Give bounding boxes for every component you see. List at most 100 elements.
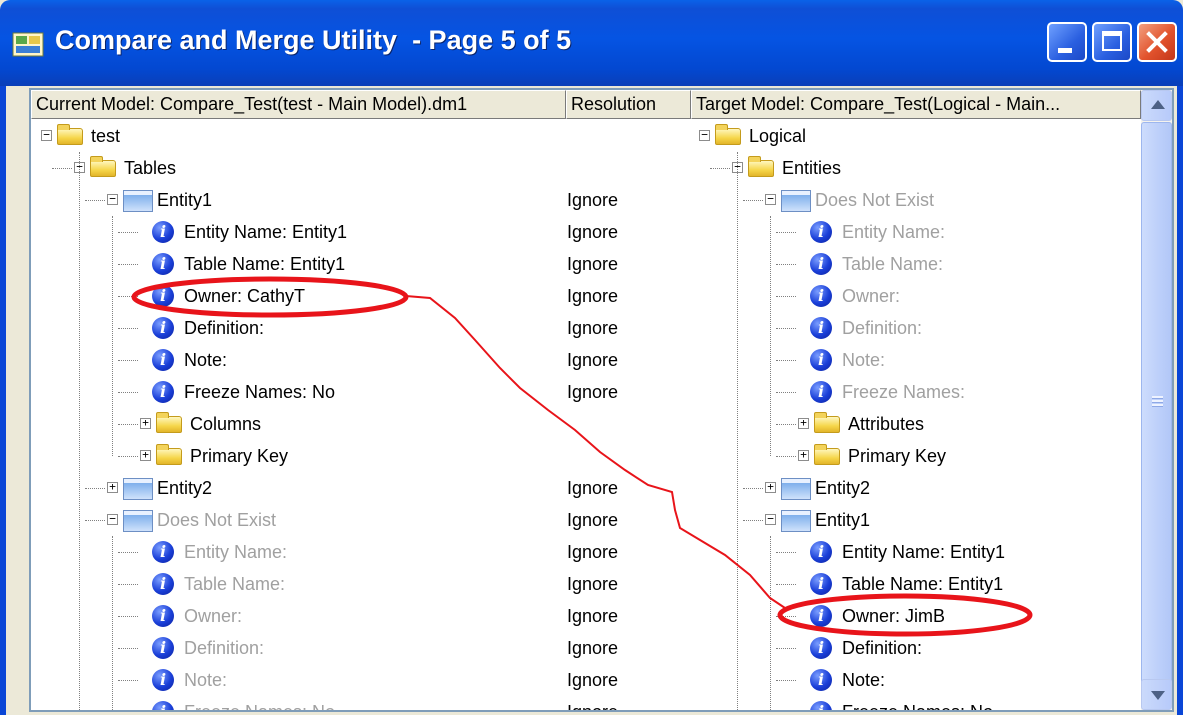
tree-item-label: Entities bbox=[782, 158, 842, 178]
scroll-up-button[interactable] bbox=[1141, 90, 1172, 121]
info-icon: i bbox=[810, 381, 832, 403]
right-tree-row[interactable]: i Entity Name: bbox=[31, 216, 1141, 248]
grip-line bbox=[1152, 400, 1163, 403]
title-bar[interactable]: Compare and Merge Utility - Page 5 of 5 bbox=[0, 0, 1183, 86]
tree-item-label: Entity Name: bbox=[842, 222, 946, 242]
info-icon: i bbox=[810, 253, 832, 275]
tree-connector bbox=[776, 552, 796, 553]
right-tree-row[interactable]: i Table Name: bbox=[31, 248, 1141, 280]
right-tree-row[interactable]: + Attributes bbox=[31, 408, 1141, 440]
column-header-current-model[interactable]: Current Model: Compare_Test(test - Main … bbox=[31, 90, 566, 119]
info-icon: i bbox=[810, 349, 832, 371]
info-icon: i bbox=[810, 285, 832, 307]
info-icon: i bbox=[810, 541, 832, 563]
folder-icon bbox=[748, 156, 774, 177]
collapse-toggle[interactable]: − bbox=[765, 513, 776, 525]
tree-guide-line bbox=[737, 152, 738, 710]
grip-line bbox=[1152, 404, 1163, 407]
info-icon: i bbox=[810, 317, 832, 339]
right-tree-row[interactable]: i Freeze Names: bbox=[31, 376, 1141, 408]
entity-table-icon bbox=[781, 510, 811, 532]
tree-connector bbox=[776, 232, 796, 233]
tree-connector bbox=[776, 680, 796, 681]
column-header-target-model[interactable]: Target Model: Compare_Test(Logical - Mai… bbox=[691, 90, 1141, 119]
folder-icon bbox=[715, 124, 741, 145]
tree-item-label: Table Name: Entity1 bbox=[842, 574, 1004, 594]
scroll-down-button[interactable] bbox=[1141, 679, 1172, 710]
tree-item-label: Owner: bbox=[842, 286, 901, 306]
close-icon bbox=[1146, 31, 1168, 53]
maximize-button[interactable] bbox=[1092, 22, 1132, 62]
collapse-toggle[interactable]: − bbox=[765, 193, 776, 205]
right-tree-row[interactable]: − Does Not Exist bbox=[31, 184, 1141, 216]
tree-connector bbox=[776, 584, 796, 585]
window-frame-left bbox=[0, 86, 6, 715]
tree-connector bbox=[743, 200, 763, 201]
tree-item-label: Entity2 bbox=[815, 478, 871, 498]
tree-connector bbox=[776, 392, 796, 393]
right-tree-row[interactable]: i Entity Name: Entity1 bbox=[31, 536, 1141, 568]
tree-item-label: Owner: JimB bbox=[842, 606, 946, 626]
chevron-down-icon bbox=[1151, 691, 1165, 700]
grip-line bbox=[1152, 396, 1163, 399]
right-tree-row[interactable]: i Definition: bbox=[31, 312, 1141, 344]
chevron-up-icon bbox=[1151, 100, 1165, 109]
window-frame-right bbox=[1177, 86, 1183, 715]
right-tree-row[interactable]: − Logical bbox=[31, 120, 1141, 152]
expand-toggle[interactable]: + bbox=[765, 481, 776, 493]
info-icon: i bbox=[810, 669, 832, 691]
vertical-scrollbar[interactable] bbox=[1141, 90, 1172, 710]
tree-item-label: Entity1 bbox=[815, 510, 871, 530]
tree-connector bbox=[776, 360, 796, 361]
tree-item-label: Entity Name: Entity1 bbox=[842, 542, 1006, 562]
right-tree-row[interactable]: + Primary Key bbox=[31, 440, 1141, 472]
right-tree-row[interactable]: − Entity1 bbox=[31, 504, 1141, 536]
tree-item-label: Freeze Names: No bbox=[842, 702, 994, 712]
right-tree-row[interactable]: i Freeze Names: No bbox=[31, 696, 1141, 712]
expand-toggle[interactable]: + bbox=[798, 449, 809, 461]
app-icon bbox=[12, 32, 44, 57]
right-tree-row[interactable]: i Owner: bbox=[31, 280, 1141, 312]
folder-icon bbox=[814, 412, 840, 433]
entity-table-icon bbox=[781, 478, 811, 500]
right-tree-row[interactable]: i Note: bbox=[31, 344, 1141, 376]
expand-toggle[interactable]: + bbox=[798, 417, 809, 429]
tree-connector bbox=[776, 328, 796, 329]
compare-tree-list[interactable]: Current Model: Compare_Test(test - Main … bbox=[29, 88, 1174, 712]
tree-guide-line bbox=[770, 536, 771, 710]
tree-item-label: Note: bbox=[842, 670, 886, 690]
right-tree-row[interactable]: − Entities bbox=[31, 152, 1141, 184]
info-icon: i bbox=[810, 221, 832, 243]
tree-item-label: Logical bbox=[749, 126, 807, 146]
info-icon: i bbox=[810, 701, 832, 710]
tree-connector bbox=[776, 616, 796, 617]
tree-item-label: Freeze Names: bbox=[842, 382, 966, 402]
tree-item-label: Does Not Exist bbox=[815, 190, 935, 210]
tree-item-label: Attributes bbox=[848, 414, 925, 434]
right-tree-row[interactable]: + Entity2 bbox=[31, 472, 1141, 504]
close-button[interactable] bbox=[1137, 22, 1177, 62]
right-tree-row[interactable]: i Owner: JimB bbox=[31, 600, 1141, 632]
right-tree-row[interactable]: i Table Name: Entity1 bbox=[31, 568, 1141, 600]
tree-item-label: Note: bbox=[842, 350, 886, 370]
tree-item-label: Definition: bbox=[842, 318, 923, 338]
collapse-toggle[interactable]: − bbox=[699, 129, 710, 141]
minimize-button[interactable] bbox=[1047, 22, 1087, 62]
info-icon: i bbox=[810, 605, 832, 627]
tree-connector bbox=[776, 648, 796, 649]
tree-item-label: Table Name: bbox=[842, 254, 944, 274]
right-tree-row[interactable]: i Note: bbox=[31, 664, 1141, 696]
tree-connector bbox=[776, 456, 796, 457]
tree-item-label: Primary Key bbox=[848, 446, 947, 466]
entity-table-icon bbox=[781, 190, 811, 212]
tree-item-label: Definition: bbox=[842, 638, 923, 658]
tree-connector bbox=[710, 168, 730, 169]
scroll-thumb[interactable] bbox=[1141, 122, 1172, 684]
window-title: Compare and Merge Utility - Page 5 of 5 bbox=[55, 25, 572, 55]
minimize-icon bbox=[1058, 48, 1072, 53]
column-header: Current Model: Compare_Test(test - Main … bbox=[31, 90, 1141, 119]
right-tree-row[interactable]: i Definition: bbox=[31, 632, 1141, 664]
column-header-resolution[interactable]: Resolution bbox=[566, 90, 691, 119]
info-icon: i bbox=[810, 573, 832, 595]
info-icon: i bbox=[810, 637, 832, 659]
